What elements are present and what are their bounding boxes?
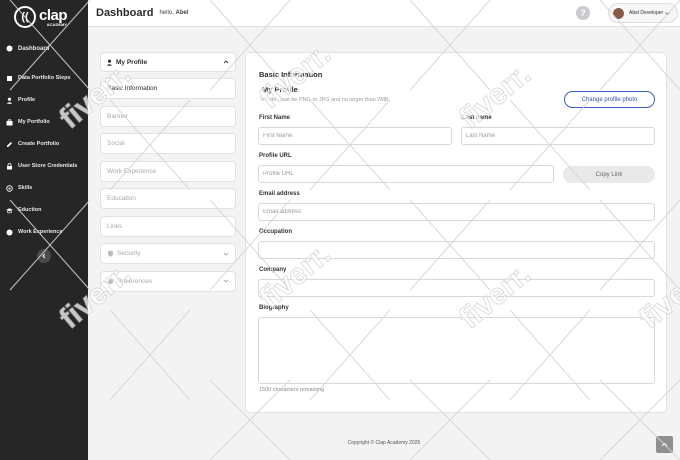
chevron-down-icon: [223, 279, 229, 283]
create-icon: [6, 141, 13, 148]
profile-url-label: Profile URL: [259, 153, 292, 159]
greeting: hello, Abel: [159, 10, 188, 16]
menu-item-banner[interactable]: Banner: [100, 105, 236, 127]
sidebar-item-label: Profile: [18, 97, 36, 103]
email-label: Email address: [259, 191, 300, 197]
user-icon: [106, 59, 113, 66]
logo-text: clap ACADEMY: [39, 7, 68, 27]
sidebar-item-skills[interactable]: Skills: [0, 177, 88, 199]
menu-item-label: Social: [107, 140, 125, 147]
first-name-field[interactable]: [258, 127, 452, 145]
education-icon: [6, 207, 13, 214]
app-logo[interactable]: (( clap ACADEMY: [0, 0, 88, 34]
occupation-label: Occupation: [259, 229, 293, 235]
chevron-up-icon: [661, 442, 668, 447]
sidebar-collapse-button[interactable]: [37, 249, 51, 263]
steps-icon: [6, 75, 13, 82]
greeting-name: Abel: [175, 10, 189, 16]
menu-item-label: Security: [117, 250, 141, 257]
profile-url-field[interactable]: [258, 165, 554, 183]
dashboard-icon: [6, 45, 13, 52]
credentials-icon: [6, 162, 13, 170]
sidebar-nav: Dashboard Data Portfolio Steps Profile M…: [0, 38, 88, 243]
basic-information-card: Basic Information My Profile Photo must …: [245, 52, 667, 413]
email-field[interactable]: [258, 203, 655, 221]
sidebar-item-label: User Store Credentials: [18, 163, 78, 169]
sidebar-item-user-store-credentials[interactable]: User Store Credentials: [0, 155, 88, 177]
sidebar-item-label: My Portfolio: [18, 119, 50, 125]
occupation-field[interactable]: [258, 241, 655, 259]
sidebar-item-label: Create Portfolio: [18, 141, 60, 147]
sidebar-item-dashboard[interactable]: Dashboard: [0, 38, 88, 59]
menu-item-label: Banner: [107, 112, 128, 120]
menu-item-security[interactable]: Security: [100, 243, 236, 264]
sidebar-item-label: Work Experience: [18, 229, 63, 235]
user-icon: [6, 97, 13, 104]
characters-remaining: 1500 characters remaining: [259, 387, 325, 393]
sidebar-item-education[interactable]: Eduction: [0, 199, 88, 221]
greeting-prefix: hello,: [159, 10, 174, 16]
menu-item-work-experience[interactable]: Work Experience: [100, 160, 236, 182]
last-name-field[interactable]: [461, 127, 655, 145]
sliders-icon: [107, 278, 114, 285]
chevron-up-icon: [223, 60, 229, 64]
menu-head-my-profile[interactable]: My Profile: [100, 52, 236, 72]
scroll-to-top-button[interactable]: [656, 436, 673, 453]
portfolio-icon: [6, 118, 13, 126]
sidebar-item-create-portfolio[interactable]: Create Portfolio: [0, 133, 88, 155]
last-name-label: Last name: [462, 115, 492, 121]
menu-item-label: Basic Information: [107, 85, 158, 92]
user-menu[interactable]: Abel Developer: [608, 3, 678, 23]
chevron-down-icon: [665, 11, 670, 15]
avatar: [611, 5, 626, 21]
sidebar-item-work-experience[interactable]: Work Experience: [0, 221, 88, 243]
briefcase-icon: [6, 229, 13, 236]
menu-item-basic-information[interactable]: Basic Information: [100, 78, 236, 99]
copy-link-button[interactable]: Copy Link: [563, 166, 655, 183]
sidebar-item-label: Data Portfolio Steps: [18, 75, 71, 81]
menu-item-social[interactable]: Social: [100, 133, 236, 154]
first-name-label: First Name: [259, 115, 291, 121]
sidebar-item-profile[interactable]: Profile: [0, 89, 88, 111]
menu-item-preferences[interactable]: Preferences: [100, 270, 236, 292]
copyright-text: Copyright © Clap Academy 2025: [347, 440, 421, 446]
user-name: Abel Developer: [629, 10, 664, 16]
chevron-down-icon: [223, 252, 229, 256]
company-field[interactable]: [258, 279, 655, 297]
section-title: My Profile: [262, 85, 298, 94]
skills-icon: [6, 184, 13, 192]
menu-item-links[interactable]: Links: [100, 215, 236, 237]
menu-item-education[interactable]: Education: [100, 188, 236, 209]
card-title: Basic Information: [259, 70, 323, 79]
footer: Copyright © Clap Academy 2025: [88, 440, 680, 446]
top-header: Dashboard hello, Abel ? Abel Developer: [88, 0, 680, 27]
menu-item-label: Education: [107, 195, 136, 202]
shield-icon: [107, 250, 114, 257]
logo-mark-icon: ((: [14, 6, 36, 28]
sidebar: (( clap ACADEMY Dashboard Data Portfolio…: [0, 0, 88, 460]
sidebar-item-data-portfolio-steps[interactable]: Data Portfolio Steps: [0, 67, 88, 89]
photo-hint: Photo must be PNG or JPG and no larger t…: [262, 97, 389, 103]
sidebar-item-my-portfolio[interactable]: My Portfolio: [0, 111, 88, 133]
profile-settings-menu: My Profile Basic Information Banner Soci…: [100, 52, 236, 292]
biography-field[interactable]: [258, 317, 655, 384]
page-title: Dashboard: [96, 7, 154, 19]
menu-item-label: Links: [107, 222, 123, 230]
sidebar-item-label: Eduction: [18, 207, 42, 213]
chevron-left-icon: [42, 253, 46, 259]
menu-item-label: Preferences: [117, 277, 153, 285]
menu-item-label: Work Experience: [107, 167, 157, 175]
biography-label: Biography: [259, 305, 289, 311]
sidebar-item-label: Skills: [18, 185, 33, 191]
sidebar-item-label: Dashboard: [18, 45, 50, 52]
company-label: Company: [259, 267, 287, 273]
menu-head-label: My Profile: [116, 58, 148, 66]
help-icon[interactable]: ?: [576, 6, 590, 20]
change-profile-photo-button[interactable]: Change profile photo: [564, 91, 655, 108]
